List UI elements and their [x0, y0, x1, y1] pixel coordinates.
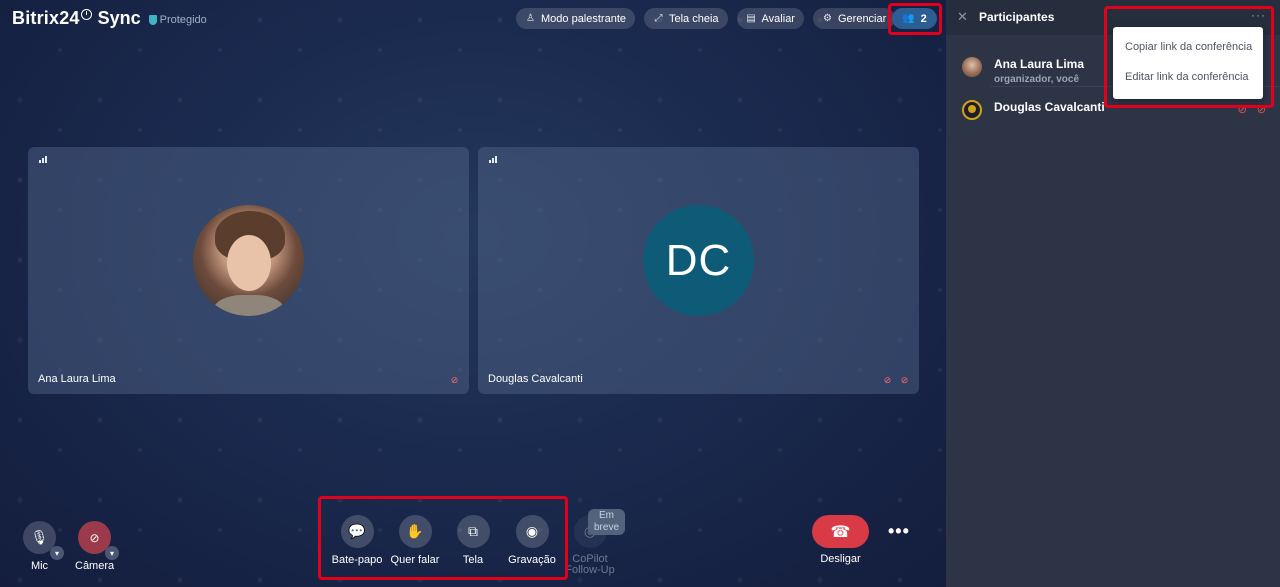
- mic-icon: 🎙: [30, 529, 49, 545]
- participant-status-icons: ⊘ ⊘: [1238, 103, 1266, 116]
- screen-share-control: ⧉ Tela: [449, 515, 497, 566]
- mic-off-icon: ⊘: [900, 375, 909, 385]
- signal-icon: [39, 156, 47, 163]
- screen-share-icon: ⧉: [468, 523, 478, 539]
- chat-control: 💬 Bate-papo: [331, 515, 383, 566]
- brand: Bitrix24 Sync Protegido: [12, 8, 207, 29]
- rate-button[interactable]: ▤ Avaliar: [736, 8, 804, 29]
- conference-stage: Bitrix24 Sync Protegido ♙ Modo palestran…: [0, 0, 946, 587]
- camera-off-icon: ⊘: [89, 530, 100, 545]
- clock-icon: [80, 9, 92, 20]
- fullscreen-label: Tela cheia: [669, 12, 719, 25]
- screen-share-button[interactable]: ⧉: [456, 515, 490, 548]
- record-icon: ◉: [525, 523, 539, 539]
- camera-off-icon: ⊘: [450, 375, 459, 385]
- participant-name: Ana Laura Lima: [994, 57, 1085, 71]
- tile-name: Ana Laura Lima: [38, 373, 116, 385]
- camera-control: ⊘ ▾ Câmera: [75, 521, 120, 572]
- comment-icon: ▤: [746, 13, 756, 24]
- panel-title: Participantes: [979, 10, 1055, 24]
- soon-line2: breve: [593, 522, 619, 533]
- chat-button[interactable]: 💬: [340, 515, 374, 548]
- camera-off-icon: ⊘: [1256, 104, 1266, 116]
- soon-line1: Em: [599, 510, 614, 521]
- avatar: [962, 57, 982, 77]
- expand-icon: ⤢: [654, 13, 663, 24]
- menu-item-edit-link[interactable]: Editar link da conferência: [1125, 71, 1249, 83]
- chat-label: Bate-papo: [331, 554, 383, 566]
- chat-icon: 💬: [348, 523, 366, 539]
- menu-item-copy-link[interactable]: Copiar link da conferência: [1125, 41, 1252, 53]
- participant-role: organizador, você: [994, 74, 1080, 85]
- manage-label: Gerenciar: [837, 12, 887, 25]
- shield-icon: [148, 15, 157, 25]
- chevron-down-icon[interactable]: ▾: [105, 546, 120, 560]
- recording-button[interactable]: ◉: [515, 515, 549, 548]
- raise-hand-control: ✋ Quer falar: [391, 515, 439, 566]
- mic-label: Mic: [30, 560, 49, 572]
- manage-button[interactable]: ⚙ Gerenciar: [812, 8, 896, 29]
- copilot-label: CoPilot Follow-Up: [565, 554, 615, 576]
- participant-row[interactable]: Ana Laura Lima organizador, você: [962, 57, 1084, 85]
- mic-control: 🎙 ▾ Mic: [23, 521, 64, 572]
- gear-icon: ⚙: [823, 13, 832, 24]
- camera-label: Câmera: [75, 560, 115, 572]
- recording-control: ◉ Gravação: [508, 515, 556, 566]
- avatar: [962, 100, 982, 120]
- close-icon[interactable]: ✕: [957, 9, 968, 25]
- users-icon: 👥: [902, 13, 915, 24]
- top-actions: ♙ Modo palestrante ⤢ Tela cheia ▤ Avalia…: [516, 8, 896, 29]
- signal-icon: [489, 156, 497, 163]
- participants-count: 2: [920, 12, 927, 25]
- mic-button[interactable]: 🎙 ▾: [23, 521, 64, 560]
- conference-link-menu: Copiar link da conferência Editar link d…: [1113, 27, 1263, 99]
- speaker-icon: ♙: [526, 13, 535, 24]
- protected-badge: Protegido: [148, 14, 207, 26]
- tile-status: ⊘ ⊘: [882, 375, 910, 386]
- brand-suffix: Sync: [97, 8, 141, 28]
- fullscreen-button[interactable]: ⤢ Tela cheia: [644, 8, 728, 29]
- video-tile-douglas[interactable]: DC Douglas Cavalcanti ⊘ ⊘: [478, 147, 919, 394]
- participants-button[interactable]: 👥 2: [892, 8, 937, 29]
- avatar-douglas: DC: [643, 205, 754, 316]
- rate-label: Avaliar: [761, 12, 795, 25]
- raise-hand-button[interactable]: ✋: [398, 515, 432, 548]
- copilot-label-line2: Follow-Up: [565, 564, 615, 576]
- raise-hand-label: Quer falar: [390, 554, 440, 566]
- coming-soon-badge: Em breve: [588, 509, 625, 535]
- participant-name: Douglas Cavalcanti: [994, 100, 1105, 114]
- speaker-mode-label: Modo palestrante: [541, 12, 626, 25]
- more-options-icon[interactable]: ···: [1251, 8, 1266, 22]
- screen-share-label: Tela: [462, 554, 484, 566]
- brand-logo: Bitrix24: [12, 8, 80, 28]
- avatar-ana: [193, 205, 304, 316]
- hangup-button[interactable]: ☎: [812, 515, 869, 548]
- hangup-label: Desligar: [820, 553, 861, 565]
- speaker-mode-button[interactable]: ♙ Modo palestrante: [516, 8, 635, 29]
- phone-hangup-icon: ☎: [830, 523, 851, 541]
- camera-off-icon: ⊘: [883, 375, 892, 385]
- tile-status: ⊘: [449, 375, 460, 386]
- video-tile-ana[interactable]: Ana Laura Lima ⊘: [28, 147, 469, 394]
- mic-off-icon: ⊘: [1237, 104, 1247, 116]
- participant-row[interactable]: Douglas Cavalcanti: [962, 100, 1105, 120]
- chevron-down-icon[interactable]: ▾: [50, 546, 64, 560]
- more-options-icon[interactable]: •••: [888, 521, 910, 542]
- protected-label: Protegido: [159, 14, 207, 26]
- camera-button[interactable]: ⊘ ▾: [78, 521, 120, 560]
- recording-label: Gravação: [508, 554, 556, 566]
- hand-icon: ✋: [406, 523, 424, 539]
- tile-name: Douglas Cavalcanti: [488, 373, 583, 385]
